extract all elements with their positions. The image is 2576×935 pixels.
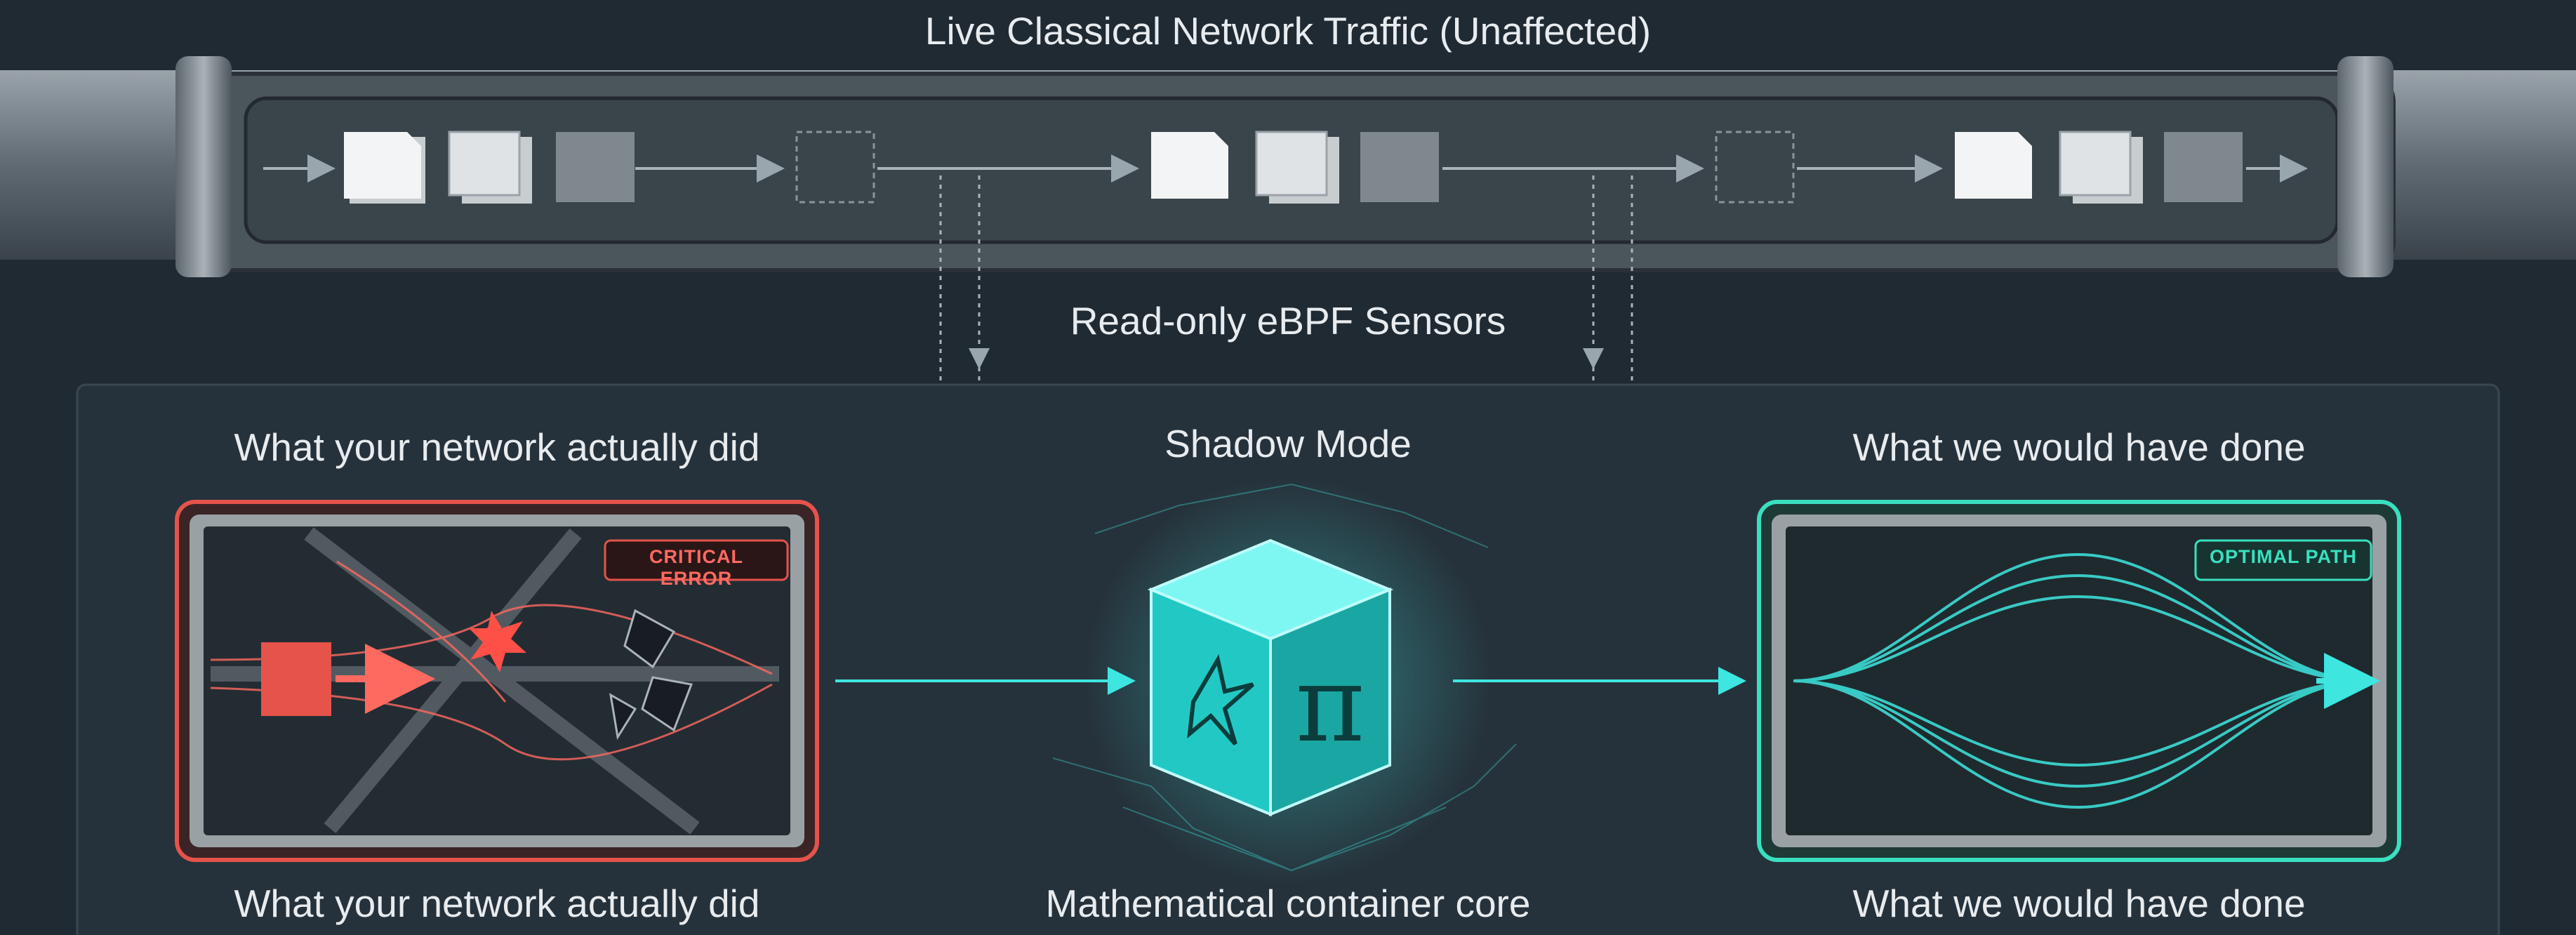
right-top-label: What we would have done [1852,425,2306,469]
sensors-label: Read-only eBPF Sensors [1070,299,1506,343]
right-bottom-label: What we would have done [1852,882,2306,925]
packet-group-3 [1955,131,2243,204]
center-top-label: Shadow Mode [1164,422,1412,465]
left-bottom-label: What your network actually did [234,882,760,925]
packet-icon [556,132,635,202]
optimal-path-text: OPTIMAL PATH [2210,546,2357,567]
packet-icon [448,131,521,197]
left-flange [175,56,232,277]
packet-icon [2164,132,2243,202]
page-title: Live Classical Network Traffic (Unaffect… [924,9,1652,53]
packet-icon [1255,131,1328,197]
pi-icon: π [1296,644,1365,766]
center-bottom-label: Mathematical container core [1045,882,1531,925]
packet-icon [1955,132,2032,199]
left-top-label: What your network actually did [234,425,760,469]
critical-error-text: CRITICAL ERROR [649,546,743,589]
packet-icon [261,642,331,716]
packet-icon [1360,132,1439,202]
right-flange [2337,56,2394,277]
packet-icon [2059,131,2132,197]
packet-icon [344,132,421,199]
packet-icon [1151,132,1228,199]
